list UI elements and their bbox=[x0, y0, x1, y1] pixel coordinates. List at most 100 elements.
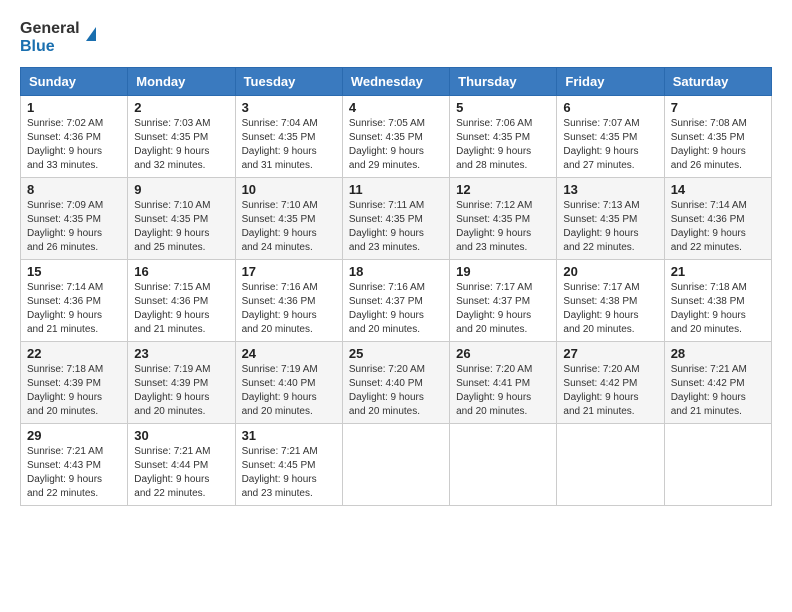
day-number: 29 bbox=[27, 428, 121, 443]
day-info: Sunrise: 7:19 AMSunset: 4:39 PMDaylight:… bbox=[134, 363, 228, 419]
calendar-cell: 29 Sunrise: 7:21 AMSunset: 4:43 PMDayligh… bbox=[21, 424, 128, 506]
day-number: 13 bbox=[563, 182, 657, 197]
calendar-cell: 12 Sunrise: 7:12 AMSunset: 4:35 PMDayligh… bbox=[450, 178, 557, 260]
day-number: 26 bbox=[456, 346, 550, 361]
day-info: Sunrise: 7:18 AMSunset: 4:39 PMDaylight:… bbox=[27, 363, 121, 419]
calendar-cell: 30Sunrise: 7:21 AMSunset: 4:44 PMDayligh… bbox=[128, 424, 235, 506]
day-number: 18 bbox=[349, 264, 443, 279]
calendar-cell: 13Sunrise: 7:13 AMSunset: 4:35 PMDayligh… bbox=[557, 178, 664, 260]
day-number: 30 bbox=[134, 428, 228, 443]
day-number: 19 bbox=[456, 264, 550, 279]
day-info: Sunrise: 7:04 AMSunset: 4:35 PMDaylight:… bbox=[242, 117, 336, 173]
calendar-cell: 10 Sunrise: 7:10 AMSunset: 4:35 PMDayligh… bbox=[235, 178, 342, 260]
day-info: Sunrise: 7:20 AMSunset: 4:40 PMDaylight:… bbox=[349, 363, 443, 419]
day-info: Sunrise: 7:02 AMSunset: 4:36 PMDaylight:… bbox=[27, 117, 121, 173]
day-number: 12 bbox=[456, 182, 550, 197]
day-number: 10 bbox=[242, 182, 336, 197]
day-number: 21 bbox=[671, 264, 765, 279]
day-number: 16 bbox=[134, 264, 228, 279]
calendar-cell: 25 Sunrise: 7:20 AMSunset: 4:40 PMDayligh… bbox=[342, 342, 449, 424]
day-info: Sunrise: 7:11 AMSunset: 4:35 PMDaylight:… bbox=[349, 199, 443, 255]
calendar-cell: 23 Sunrise: 7:19 AMSunset: 4:39 PMDayligh… bbox=[128, 342, 235, 424]
day-info: Sunrise: 7:21 AMSunset: 4:42 PMDaylight:… bbox=[671, 363, 765, 419]
logo-blue: Blue bbox=[20, 38, 80, 56]
header-monday: Monday bbox=[128, 68, 235, 96]
calendar-cell: 16 Sunrise: 7:15 AMSunset: 4:36 PMDayligh… bbox=[128, 260, 235, 342]
day-number: 20 bbox=[563, 264, 657, 279]
day-info: Sunrise: 7:10 AMSunset: 4:35 PMDaylight:… bbox=[134, 199, 228, 255]
day-number: 3 bbox=[242, 100, 336, 115]
day-number: 9 bbox=[134, 182, 228, 197]
day-info: Sunrise: 7:21 AMSunset: 4:45 PMDaylight:… bbox=[242, 445, 336, 501]
calendar-cell: 22 Sunrise: 7:18 AMSunset: 4:39 PMDayligh… bbox=[21, 342, 128, 424]
day-info: Sunrise: 7:03 AMSunset: 4:35 PMDaylight:… bbox=[134, 117, 228, 173]
calendar-cell: 5Sunrise: 7:06 AMSunset: 4:35 PMDaylight… bbox=[450, 96, 557, 178]
calendar-cell bbox=[450, 424, 557, 506]
calendar-cell: 26 Sunrise: 7:20 AMSunset: 4:41 PMDayligh… bbox=[450, 342, 557, 424]
day-number: 25 bbox=[349, 346, 443, 361]
calendar-cell: 9 Sunrise: 7:10 AMSunset: 4:35 PMDaylight… bbox=[128, 178, 235, 260]
day-info: Sunrise: 7:19 AMSunset: 4:40 PMDaylight:… bbox=[242, 363, 336, 419]
calendar-cell: 4Sunrise: 7:05 AMSunset: 4:35 PMDaylight… bbox=[342, 96, 449, 178]
logo-display: General Blue bbox=[20, 20, 96, 55]
calendar-cell: 24 Sunrise: 7:19 AMSunset: 4:40 PMDayligh… bbox=[235, 342, 342, 424]
day-number: 6 bbox=[563, 100, 657, 115]
day-number: 24 bbox=[242, 346, 336, 361]
day-number: 22 bbox=[27, 346, 121, 361]
calendar-week-row: 29 Sunrise: 7:21 AMSunset: 4:43 PMDayligh… bbox=[21, 424, 772, 506]
header-sunday: Sunday bbox=[21, 68, 128, 96]
calendar-cell: 20 Sunrise: 7:17 AMSunset: 4:38 PMDayligh… bbox=[557, 260, 664, 342]
calendar-cell: 31Sunrise: 7:21 AMSunset: 4:45 PMDayligh… bbox=[235, 424, 342, 506]
calendar-week-row: 22 Sunrise: 7:18 AMSunset: 4:39 PMDayligh… bbox=[21, 342, 772, 424]
day-number: 4 bbox=[349, 100, 443, 115]
day-number: 27 bbox=[563, 346, 657, 361]
day-number: 14 bbox=[671, 182, 765, 197]
calendar-cell: 21 Sunrise: 7:18 AMSunset: 4:38 PMDayligh… bbox=[664, 260, 771, 342]
calendar-cell: 28 Sunrise: 7:21 AMSunset: 4:42 PMDayligh… bbox=[664, 342, 771, 424]
header-friday: Friday bbox=[557, 68, 664, 96]
header-thursday: Thursday bbox=[450, 68, 557, 96]
day-info: Sunrise: 7:17 AMSunset: 4:37 PMDaylight:… bbox=[456, 281, 550, 337]
day-info: Sunrise: 7:17 AMSunset: 4:38 PMDaylight:… bbox=[563, 281, 657, 337]
day-info: Sunrise: 7:20 AMSunset: 4:41 PMDaylight:… bbox=[456, 363, 550, 419]
calendar-week-row: 8Sunrise: 7:09 AMSunset: 4:35 PMDaylight… bbox=[21, 178, 772, 260]
day-info: Sunrise: 7:14 AMSunset: 4:36 PMDaylight:… bbox=[671, 199, 765, 255]
calendar-cell: 19 Sunrise: 7:17 AMSunset: 4:37 PMDayligh… bbox=[450, 260, 557, 342]
day-info: Sunrise: 7:09 AMSunset: 4:35 PMDaylight:… bbox=[27, 199, 121, 255]
calendar-cell bbox=[342, 424, 449, 506]
day-info: Sunrise: 7:16 AMSunset: 4:37 PMDaylight:… bbox=[349, 281, 443, 337]
calendar-cell: 27 Sunrise: 7:20 AMSunset: 4:42 PMDayligh… bbox=[557, 342, 664, 424]
header-tuesday: Tuesday bbox=[235, 68, 342, 96]
calendar-cell: 18 Sunrise: 7:16 AMSunset: 4:37 PMDayligh… bbox=[342, 260, 449, 342]
calendar-cell: 8Sunrise: 7:09 AMSunset: 4:35 PMDaylight… bbox=[21, 178, 128, 260]
day-info: Sunrise: 7:12 AMSunset: 4:35 PMDaylight:… bbox=[456, 199, 550, 255]
day-info: Sunrise: 7:10 AMSunset: 4:35 PMDaylight:… bbox=[242, 199, 336, 255]
day-number: 7 bbox=[671, 100, 765, 115]
calendar-cell: 2 Sunrise: 7:03 AMSunset: 4:35 PMDaylight… bbox=[128, 96, 235, 178]
day-info: Sunrise: 7:16 AMSunset: 4:36 PMDaylight:… bbox=[242, 281, 336, 337]
header-wednesday: Wednesday bbox=[342, 68, 449, 96]
day-info: Sunrise: 7:15 AMSunset: 4:36 PMDaylight:… bbox=[134, 281, 228, 337]
day-number: 23 bbox=[134, 346, 228, 361]
day-number: 2 bbox=[134, 100, 228, 115]
calendar-cell: 17 Sunrise: 7:16 AMSunset: 4:36 PMDayligh… bbox=[235, 260, 342, 342]
day-number: 17 bbox=[242, 264, 336, 279]
calendar-cell: 14 Sunrise: 7:14 AMSunset: 4:36 PMDayligh… bbox=[664, 178, 771, 260]
logo-text: General Blue bbox=[20, 20, 80, 55]
day-number: 15 bbox=[27, 264, 121, 279]
day-info: Sunrise: 7:18 AMSunset: 4:38 PMDaylight:… bbox=[671, 281, 765, 337]
day-number: 28 bbox=[671, 346, 765, 361]
day-number: 11 bbox=[349, 182, 443, 197]
logo-general: General bbox=[20, 20, 80, 38]
day-info: Sunrise: 7:14 AMSunset: 4:36 PMDaylight:… bbox=[27, 281, 121, 337]
calendar-cell bbox=[557, 424, 664, 506]
calendar-cell bbox=[664, 424, 771, 506]
calendar-cell: 7Sunrise: 7:08 AMSunset: 4:35 PMDaylight… bbox=[664, 96, 771, 178]
calendar-header-row: SundayMondayTuesdayWednesdayThursdayFrid… bbox=[21, 68, 772, 96]
calendar-cell: 1Sunrise: 7:02 AMSunset: 4:36 PMDaylight… bbox=[21, 96, 128, 178]
day-info: Sunrise: 7:20 AMSunset: 4:42 PMDaylight:… bbox=[563, 363, 657, 419]
day-info: Sunrise: 7:21 AMSunset: 4:43 PMDaylight:… bbox=[27, 445, 121, 501]
logo-arrow-icon bbox=[86, 27, 96, 41]
calendar-week-row: 1Sunrise: 7:02 AMSunset: 4:36 PMDaylight… bbox=[21, 96, 772, 178]
day-info: Sunrise: 7:07 AMSunset: 4:35 PMDaylight:… bbox=[563, 117, 657, 173]
